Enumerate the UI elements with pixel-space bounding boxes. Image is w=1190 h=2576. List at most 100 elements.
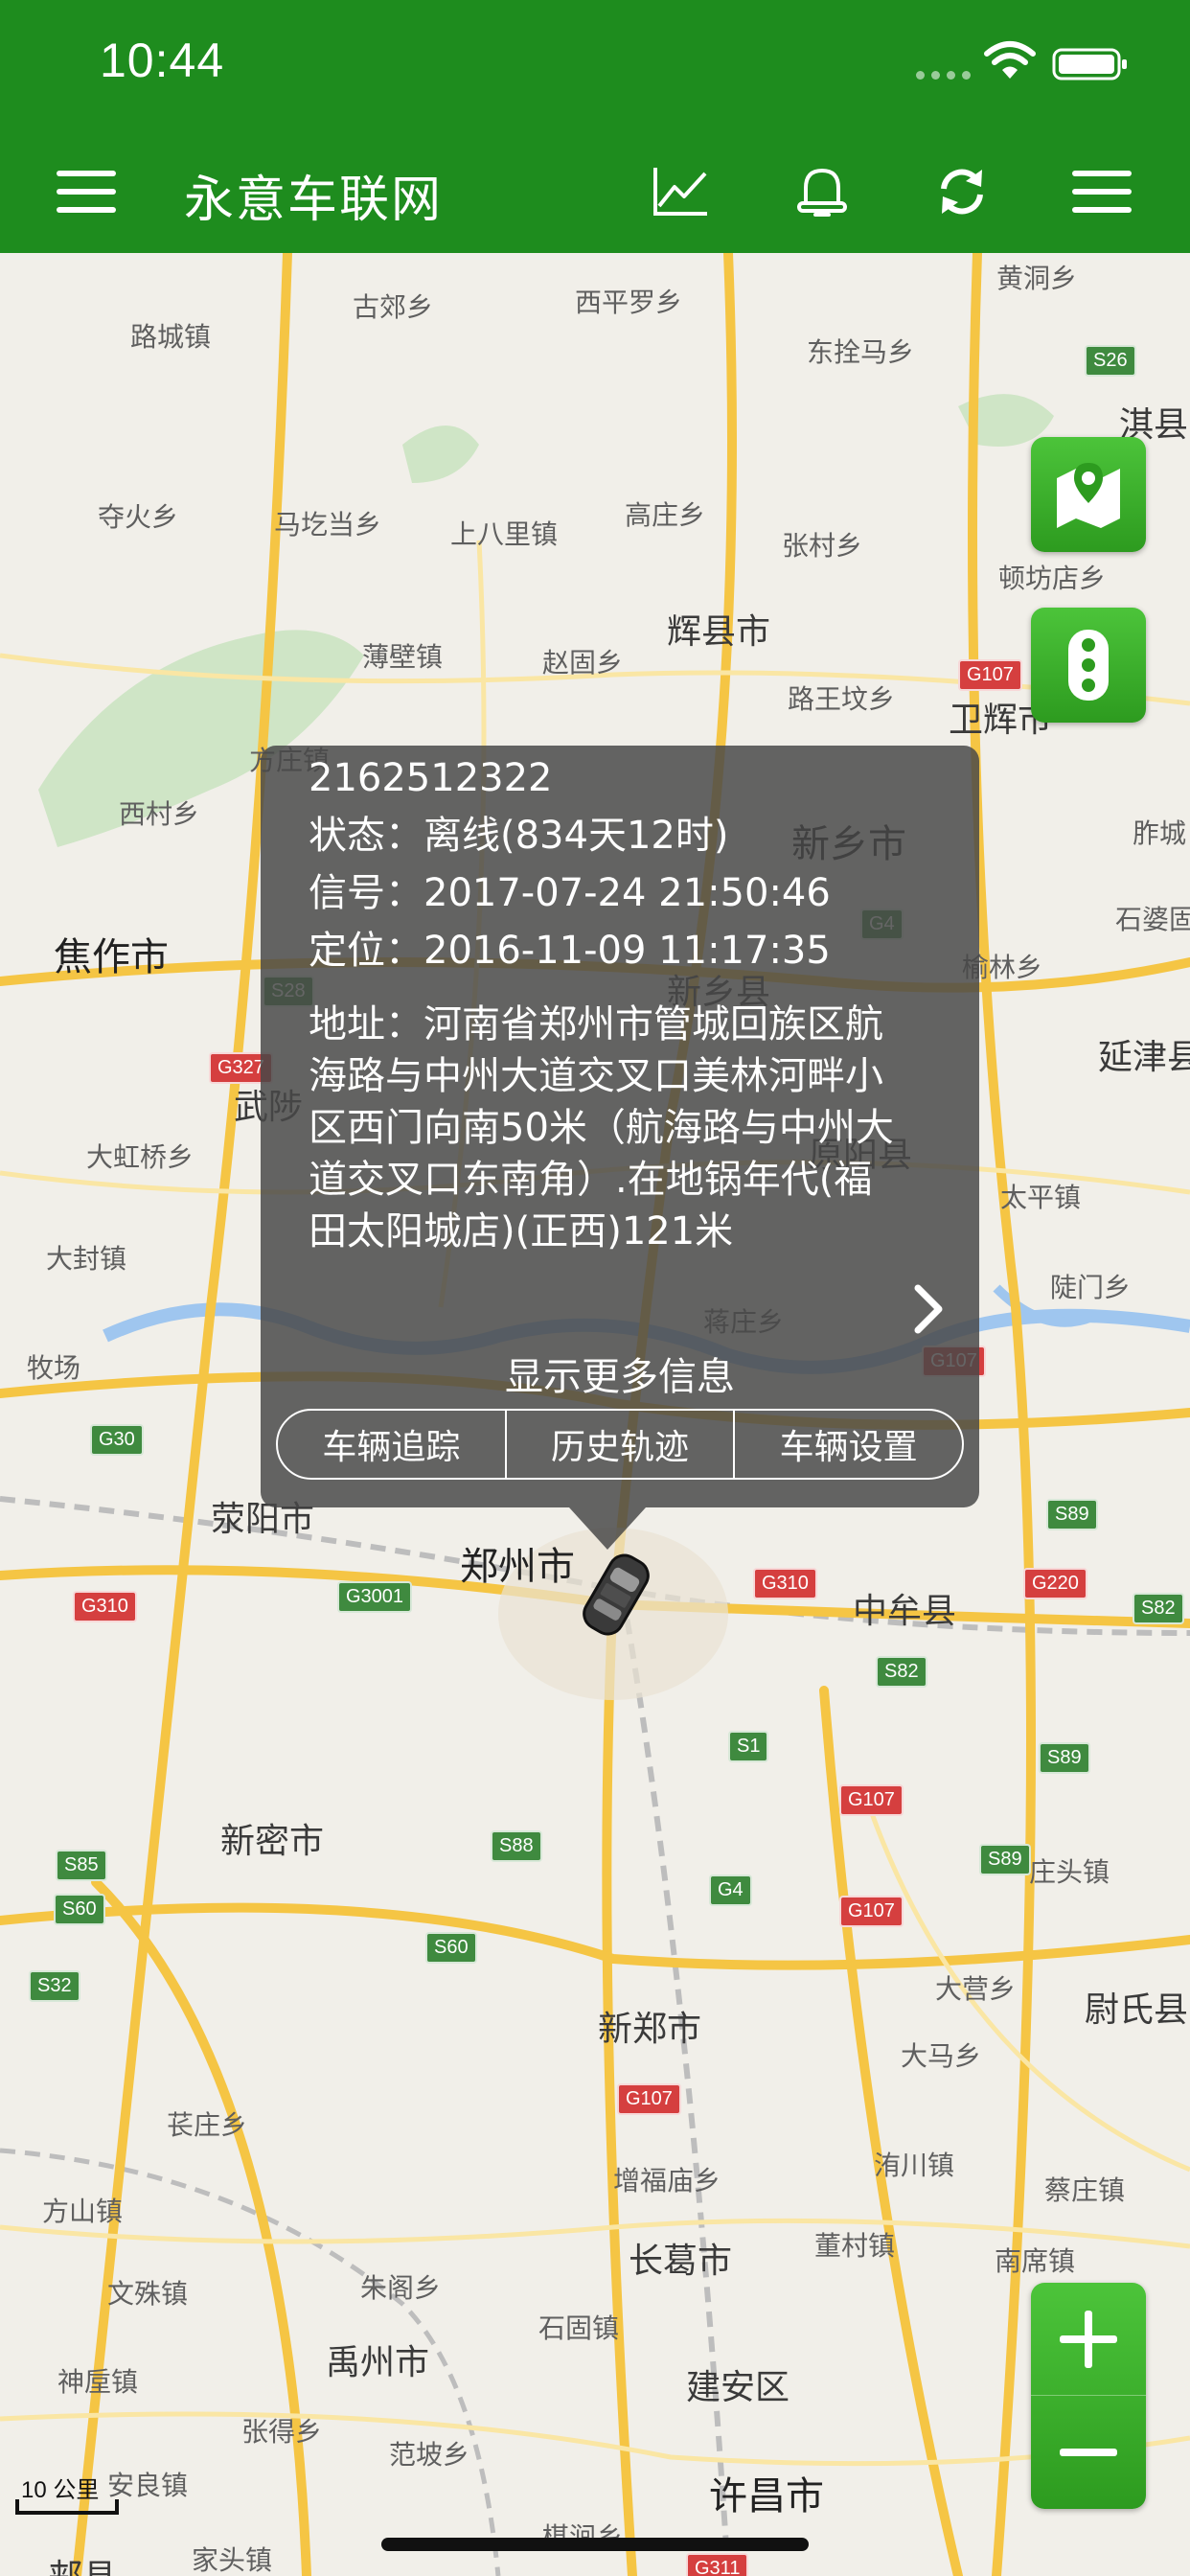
road-shield: G4	[709, 1874, 752, 1906]
map-place-label: 胙城	[1133, 817, 1187, 849]
map-place-label: 郏县	[48, 2549, 117, 2576]
chevron-right-icon[interactable]	[912, 1282, 945, 1336]
menu-button[interactable]	[48, 153, 125, 230]
map-place-label: 上八里镇	[450, 518, 559, 550]
map-place-label: 辉县市	[667, 612, 771, 652]
map-place-label: 朱阁乡	[360, 2272, 442, 2304]
map-place-label: 郑州市	[460, 1545, 575, 1589]
map-place-label: 西村乡	[119, 798, 200, 830]
map-place-label: 焦作市	[54, 935, 169, 979]
map-place-label: 南席镇	[995, 2245, 1076, 2277]
map-place-label: 蔡庄镇	[1044, 2174, 1126, 2206]
wifi-icon	[984, 41, 1036, 79]
road-shield: G3001	[337, 1581, 413, 1613]
map-place-label: 大封镇	[46, 1243, 127, 1275]
map-place-label: 许昌市	[709, 2474, 824, 2518]
map-place-label: 大营乡	[935, 1973, 1017, 2005]
history-track-button[interactable]: 历史轨迹	[504, 1411, 734, 1478]
map-place-label: 陡门乡	[1050, 1272, 1132, 1303]
road-shield: G311	[686, 2553, 749, 2576]
zoom-in-button[interactable]	[1031, 2283, 1146, 2396]
alarm-button[interactable]	[784, 153, 860, 230]
map-place-label: 神垕镇	[57, 2366, 139, 2398]
traffic-button[interactable]	[1031, 608, 1146, 723]
map-place-label: 路王坟乡	[788, 683, 896, 715]
vehicle-settings-button[interactable]: 车辆设置	[733, 1411, 962, 1478]
vehicle-address: 地址：河南省郑州市管城回族区航海路与中州大道交叉口美林河畔小区西门向南50米（航…	[309, 1002, 894, 1254]
map-place-label: 建安区	[686, 2368, 790, 2407]
map-place-label: 赵固乡	[542, 647, 624, 678]
map-place-label: 西平罗乡	[575, 287, 683, 318]
refresh-button[interactable]	[924, 153, 1000, 230]
signal-time: 信号：2017-07-24 21:50:46	[309, 871, 831, 915]
bell-icon	[797, 168, 847, 217]
map-place-label: 牧场	[27, 1352, 81, 1384]
app-header: 10:44 永意车联网	[0, 0, 1190, 253]
road-shield: G310	[753, 1568, 817, 1599]
vehicle-id: 2162512322	[309, 756, 553, 800]
map-place-label: 石固镇	[538, 2312, 620, 2344]
map-place-label: 董村镇	[814, 2230, 896, 2262]
map-place-label: 苌庄乡	[167, 2109, 248, 2141]
map-layer-button[interactable]	[1031, 437, 1146, 552]
zoom-out-button[interactable]	[1031, 2396, 1146, 2509]
popup-action-bar: 车辆追踪 历史轨迹 车辆设置	[276, 1409, 964, 1480]
map-place-label: 马圪当乡	[274, 509, 382, 540]
road-shield: S82	[876, 1656, 927, 1688]
road-shield: S89	[1046, 1499, 1098, 1530]
road-shield: S85	[56, 1850, 107, 1881]
map-place-label: 石婆固	[1115, 904, 1190, 935]
map-scale-bar	[15, 2499, 119, 2515]
map-place-label: 长葛市	[629, 2242, 733, 2281]
road-shield: G30	[90, 1424, 144, 1456]
map-place-label: 增福庙乡	[613, 2165, 721, 2196]
road-shield: S32	[29, 1970, 80, 2002]
map-place-label: 大马乡	[901, 2040, 982, 2072]
map-place-label: 东拴马乡	[807, 336, 915, 368]
minus-icon	[1060, 2449, 1117, 2456]
map-place-label: 新郑市	[598, 2010, 702, 2049]
vehicle-status: 状态：离线(834天12时)	[309, 814, 729, 858]
plus-icon	[1060, 2310, 1117, 2368]
car-marker-icon[interactable]	[573, 1547, 659, 1643]
map-place-label: 方山镇	[42, 2196, 124, 2227]
hamburger-menu-icon	[57, 171, 116, 213]
road-shield: S60	[425, 1932, 477, 1964]
show-more-info-link[interactable]: 显示更多信息	[261, 1346, 979, 1401]
map-place-label: 新密市	[220, 1822, 325, 1861]
status-time: 10:44	[100, 34, 225, 87]
battery-icon	[1052, 48, 1127, 80]
road-shield: S1	[728, 1731, 769, 1762]
map-place-label: 禹州市	[326, 2343, 430, 2382]
road-shield: G107	[839, 1784, 904, 1816]
map-place-label: 古郊乡	[353, 291, 434, 323]
road-shield: S26	[1085, 345, 1136, 377]
map-place-label: 太平镇	[1000, 1182, 1082, 1213]
zoom-controls	[1031, 2283, 1146, 2509]
statistics-button[interactable]	[642, 153, 719, 230]
map-place-label: 延津县	[1098, 1038, 1190, 1077]
road-shield: S89	[979, 1844, 1031, 1875]
page-title: 永意车联网	[184, 172, 444, 229]
map-place-label: 顿坊店乡	[998, 563, 1107, 594]
line-chart-icon	[653, 168, 707, 216]
road-shield: G107	[617, 2083, 681, 2115]
cellular-signal-icon	[916, 71, 971, 80]
more-menu-button[interactable]	[1064, 153, 1140, 230]
map-place-label: 文殊镇	[107, 2278, 189, 2310]
map-place-label: 家头镇	[192, 2544, 273, 2576]
road-shield: G107	[839, 1896, 904, 1927]
road-shield: G107	[958, 659, 1022, 691]
map-place-label: 高庄乡	[625, 499, 706, 531]
vehicle-track-button[interactable]: 车辆追踪	[278, 1411, 505, 1478]
refresh-icon	[941, 169, 983, 215]
map-place-label: 大虹桥乡	[86, 1141, 195, 1173]
road-shield: G220	[1023, 1568, 1087, 1599]
road-shield: S60	[54, 1894, 105, 1925]
map-place-label: 张得乡	[241, 2416, 323, 2448]
map-place-label: 黄洞乡	[996, 263, 1078, 294]
road-shield: S88	[491, 1830, 542, 1862]
home-indicator[interactable]	[381, 2538, 809, 2551]
map-place-label: 庄头镇	[1029, 1856, 1110, 1888]
list-icon	[1072, 171, 1132, 213]
